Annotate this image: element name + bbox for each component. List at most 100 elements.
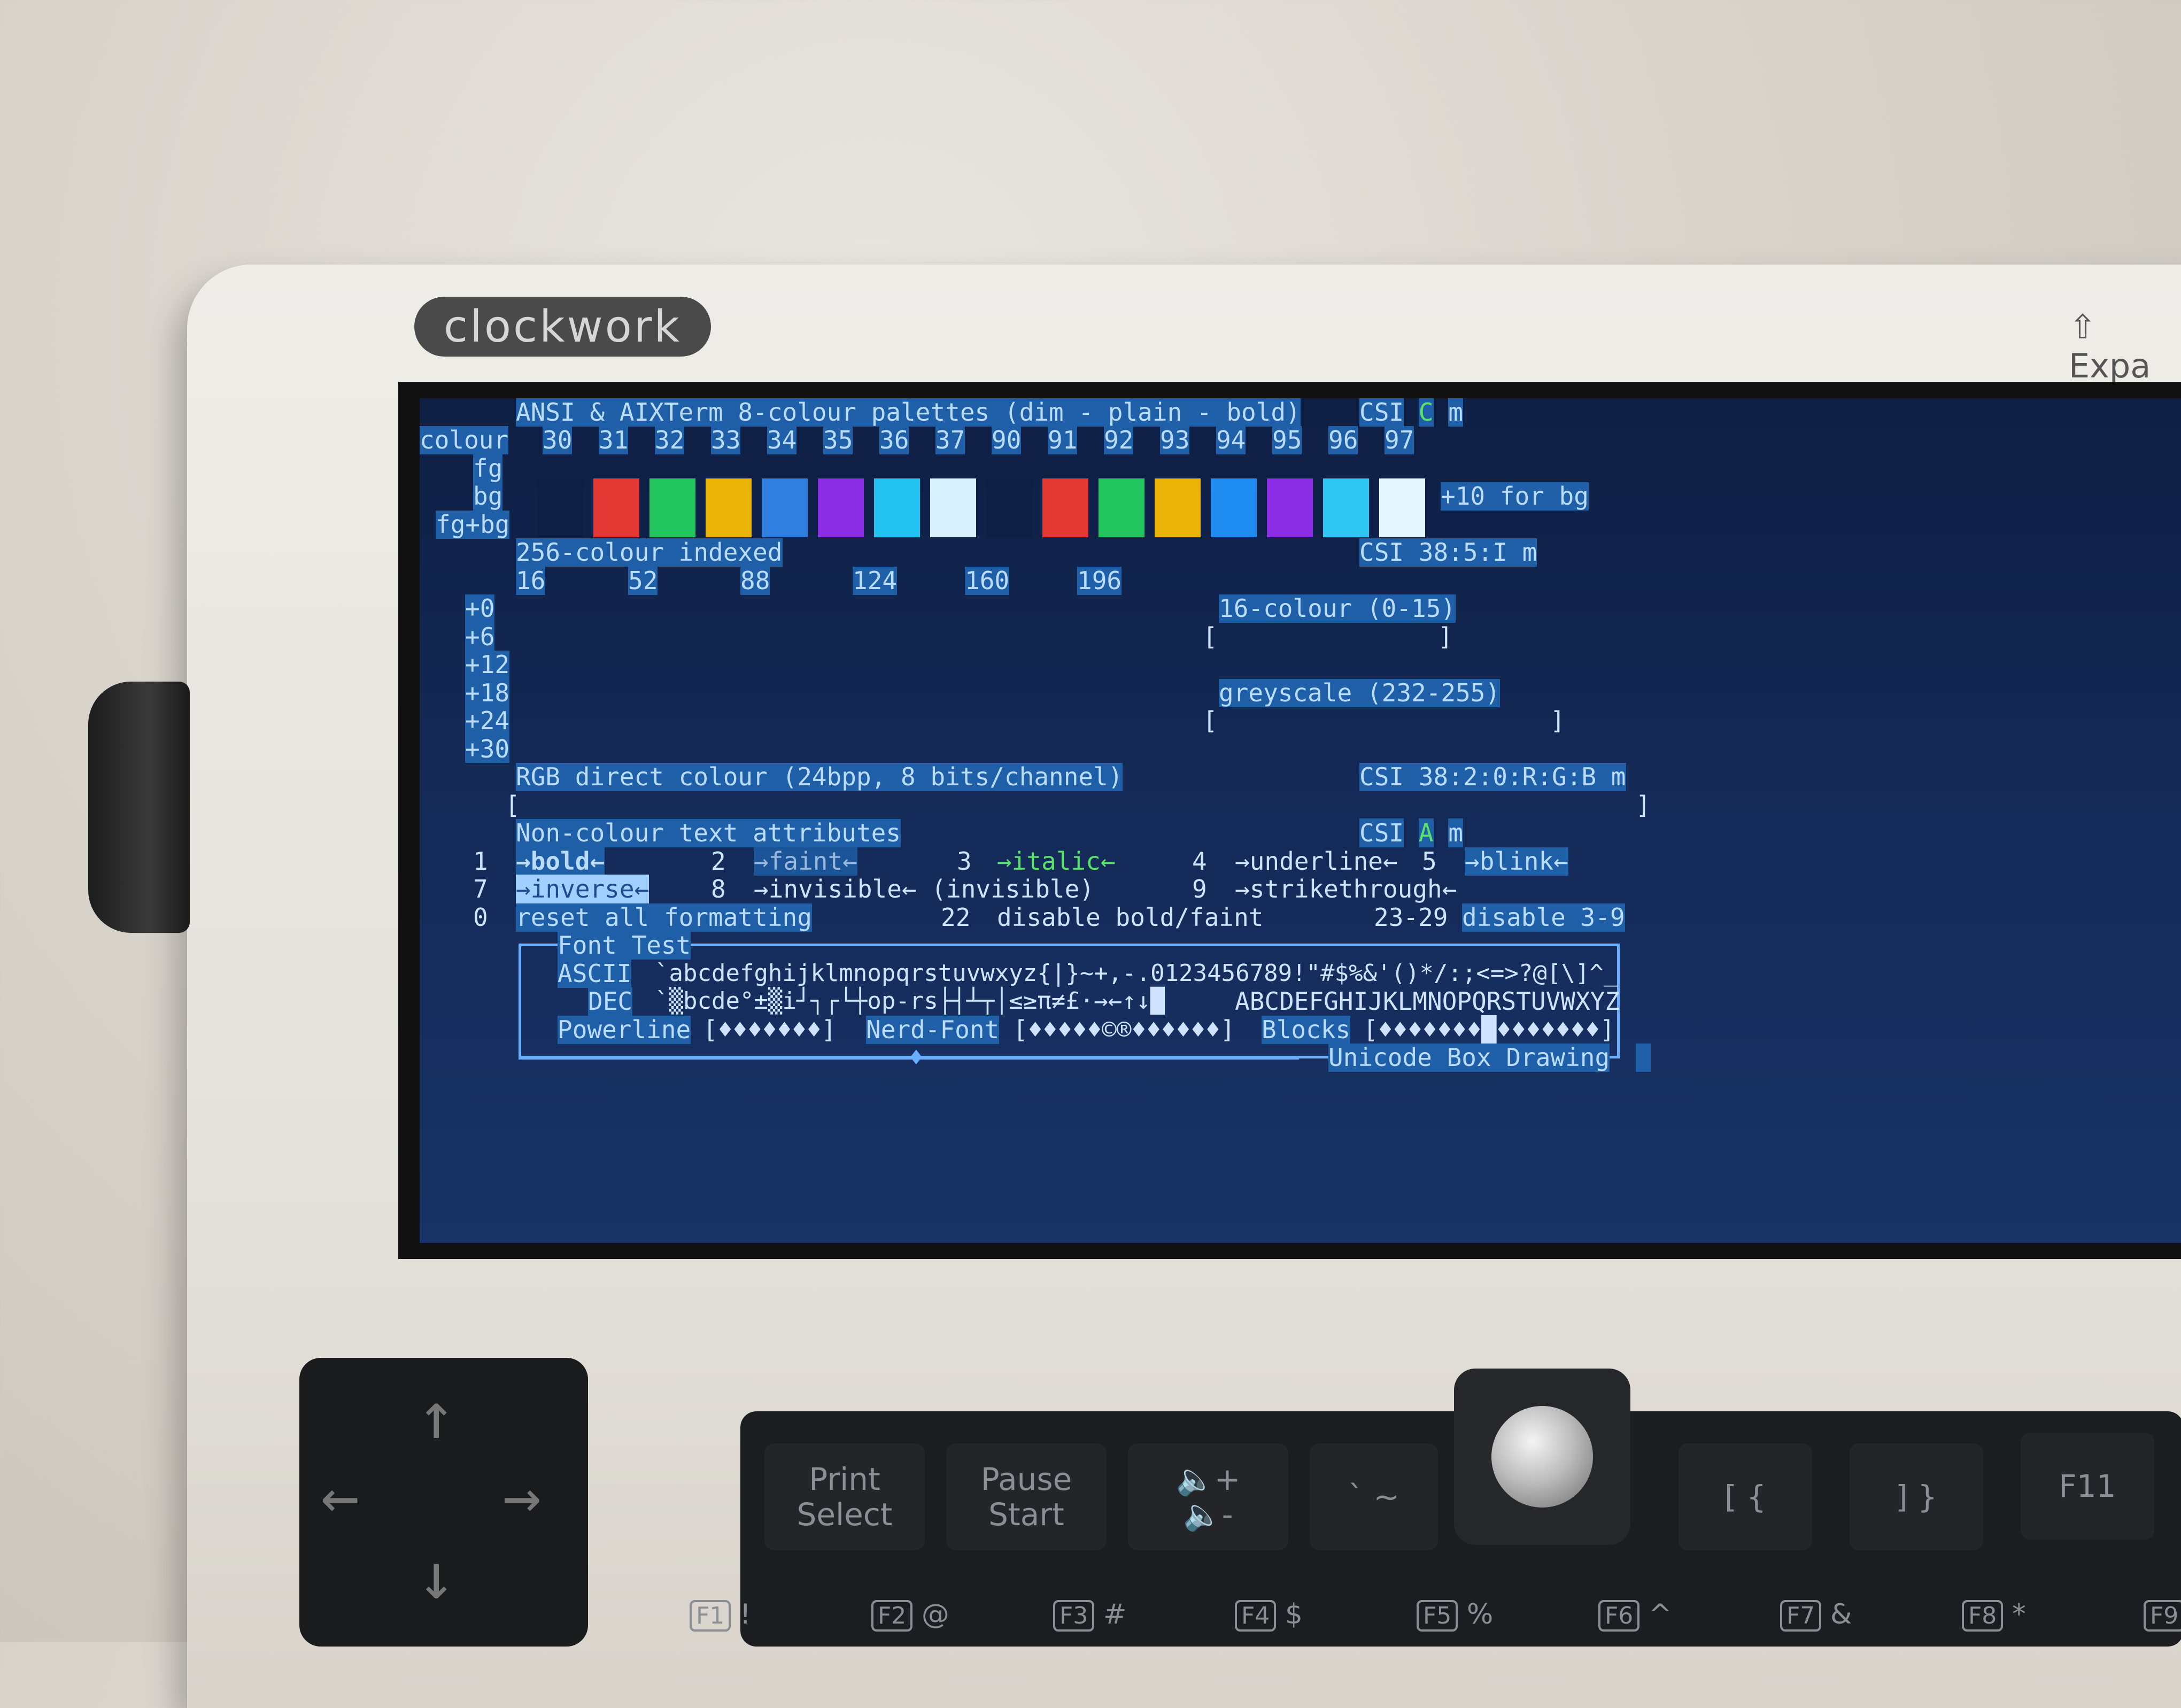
- blocks-label: Blocks: [1262, 1015, 1351, 1044]
- attr-reset: reset all formatting: [516, 903, 812, 932]
- fkey-symbol: $: [1276, 1598, 1303, 1630]
- bracket-open-label: [ {: [1724, 1479, 1766, 1515]
- attributes-title: Non-colour text attributes: [516, 818, 901, 847]
- colour-swatch-90: [986, 478, 1032, 537]
- attr-3-num: 3: [957, 847, 972, 876]
- fkey-f3[interactable]: F3 #: [1053, 1598, 1127, 1632]
- select-label: Select: [796, 1496, 893, 1533]
- dpad-right-icon[interactable]: →: [502, 1459, 541, 1534]
- colour-row-label: colour: [420, 426, 509, 454]
- colour-code-31: 31: [599, 426, 629, 454]
- blocks-glyphs: [♦♦♦♦♦♦♦█♦♦♦♦♦♦♦]: [1363, 1015, 1615, 1044]
- tilde-label: ` ~: [1348, 1479, 1400, 1515]
- colour-swatch-91: [1042, 478, 1088, 537]
- fkey-label: F6: [1598, 1600, 1640, 1632]
- fkey-f8[interactable]: F8 *: [1962, 1598, 2026, 1632]
- dpad[interactable]: ↑ ↓ ← →: [299, 1358, 588, 1647]
- dpad-up-icon[interactable]: ↑: [417, 1379, 455, 1454]
- colour-swatch-95: [1267, 478, 1313, 537]
- side-knob[interactable]: [88, 682, 190, 933]
- fkey-symbol: !: [731, 1598, 751, 1630]
- indexed-row-offset: +18: [465, 678, 510, 707]
- fkey-symbol: &: [1821, 1598, 1852, 1630]
- attr-italic: →italic←: [997, 847, 1116, 876]
- colour-code-90: 90: [992, 426, 1022, 454]
- palette-csi: CSI C m: [1359, 398, 1463, 427]
- attr-2-num: 2: [711, 847, 726, 876]
- colour-code-96: 96: [1328, 426, 1358, 454]
- fkey-f9[interactable]: F9: [2144, 1598, 2181, 1632]
- pause-start-key[interactable]: Pause Start: [946, 1443, 1107, 1550]
- ascii-label: ASCII: [558, 959, 632, 988]
- fkey-f4[interactable]: F4 $: [1235, 1598, 1303, 1632]
- sixteen-colour-label: 16-colour (0-15): [1219, 594, 1456, 623]
- ascii-text: `abcdefghijklmnopqrstuvwxyz{|}~+,-.01234…: [655, 960, 1618, 987]
- attr-8-num: 8: [711, 875, 726, 903]
- colour-code-34: 34: [767, 426, 797, 454]
- attributes-csi-label: CSI: [1359, 818, 1404, 847]
- indexed-row-offset: +6: [465, 622, 495, 651]
- volume-up-icon: 🔈+: [1175, 1461, 1241, 1497]
- dpad-left-icon[interactable]: ←: [321, 1459, 359, 1534]
- attr-0-num: 0: [473, 903, 488, 932]
- bracket-open-key[interactable]: [ {: [1679, 1443, 1812, 1550]
- colour-code-97: 97: [1385, 426, 1414, 454]
- greyscale-label: greyscale (232-255): [1219, 678, 1501, 707]
- trackball[interactable]: [1491, 1406, 1593, 1508]
- fkey-f6[interactable]: F6 ^: [1598, 1598, 1672, 1632]
- attr-23-29-num: 23-29: [1374, 903, 1448, 932]
- attributes-csi-m: m: [1448, 818, 1463, 847]
- fkey-f5[interactable]: F5 %: [1417, 1598, 1494, 1632]
- fkey-f7[interactable]: F7 &: [1780, 1598, 1852, 1632]
- fkey-symbol: #: [1094, 1598, 1127, 1630]
- box-separator-right: [925, 1057, 1299, 1060]
- attr-1-num: 1: [473, 847, 488, 876]
- fkey-f1[interactable]: F1 !: [690, 1598, 751, 1632]
- indexed-row-offset: +0: [465, 594, 495, 623]
- greyscale-bracket-close: ]: [1550, 706, 1565, 735]
- volume-down-icon: 🔈-: [1183, 1496, 1233, 1533]
- volume-key[interactable]: 🔈+ 🔈-: [1128, 1443, 1288, 1550]
- indexed-column-124: 124: [853, 566, 898, 595]
- indexed-row-offset: +30: [465, 734, 510, 763]
- fkey-label: F7: [1780, 1600, 1822, 1632]
- colour-code-32: 32: [655, 426, 685, 454]
- indexed-csi: CSI 38:5:I m: [1359, 538, 1537, 567]
- nerd-font-label: Nerd-Font: [866, 1015, 1000, 1044]
- attributes-csi-param: A: [1418, 818, 1434, 847]
- sixteen-colour-bracket-open: [: [1203, 622, 1218, 651]
- fg-row-label: fg: [473, 454, 503, 483]
- brand-logo: clockwork: [414, 297, 711, 357]
- cursor-block: [1636, 1044, 1651, 1072]
- fkey-label: F9: [2144, 1600, 2181, 1632]
- f11-key[interactable]: F11: [2021, 1433, 2154, 1540]
- attr-inverse: →inverse←: [516, 875, 649, 903]
- attr-22-num: 22: [941, 903, 971, 932]
- colour-swatch-33: [706, 478, 752, 537]
- colour-code-36: 36: [879, 426, 909, 454]
- bracket-close-key[interactable]: ] }: [1850, 1443, 1983, 1550]
- fkey-symbol: %: [1458, 1598, 1494, 1630]
- attr-9-num: 9: [1192, 875, 1207, 903]
- colour-code-92: 92: [1104, 426, 1134, 454]
- colour-swatch-92: [1099, 478, 1144, 537]
- fkey-label: F3: [1053, 1600, 1095, 1632]
- expand-label: ⇧ Expa: [2069, 307, 2151, 385]
- attributes-csi: CSI A m: [1359, 818, 1463, 847]
- indexed-column-160: 160: [965, 566, 1010, 595]
- indexed-column-16: 16: [516, 566, 546, 595]
- fkey-label: F4: [1235, 1600, 1277, 1632]
- attr-underline: →underline←: [1235, 847, 1398, 876]
- attr-7-num: 7: [473, 875, 488, 903]
- indexed-column-196: 196: [1077, 566, 1122, 595]
- tilde-key[interactable]: ` ~: [1310, 1443, 1438, 1550]
- powerline-label: Powerline: [558, 1015, 691, 1044]
- terminal-screen[interactable]: ANSI & AIXTerm 8-colour palettes (dim - …: [420, 398, 2181, 1243]
- f11-label: F11: [2059, 1468, 2116, 1504]
- pause-label: Pause: [980, 1461, 1072, 1497]
- colour-code-94: 94: [1216, 426, 1246, 454]
- colour-swatch-31: [593, 478, 639, 537]
- dpad-down-icon[interactable]: ↓: [417, 1540, 455, 1614]
- print-select-key[interactable]: Print Select: [764, 1443, 925, 1550]
- fkey-f2[interactable]: F2 @: [871, 1598, 949, 1632]
